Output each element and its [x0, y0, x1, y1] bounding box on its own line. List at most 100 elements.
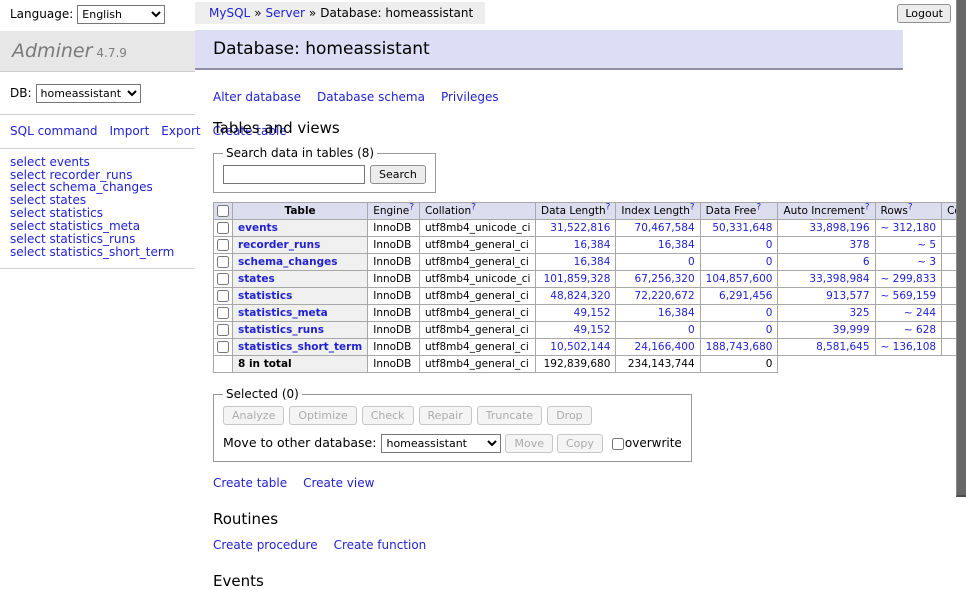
index-length-link[interactable]: 16,384	[658, 239, 695, 251]
help-icon[interactable]: ?	[908, 203, 913, 213]
rows-count-link[interactable]: ~ 136,108	[881, 341, 937, 353]
index-length-link[interactable]: 0	[688, 256, 695, 268]
table-name-link[interactable]: statistics_runs	[238, 324, 324, 336]
adminer-logo-link[interactable]: Adminer	[12, 40, 92, 62]
copy-button[interactable]: Copy	[557, 434, 603, 453]
auto-increment-link[interactable]: 6	[863, 256, 870, 268]
engine-cell: InnoDB	[368, 288, 420, 305]
table-name-link[interactable]: statistics_meta	[238, 307, 328, 319]
overwrite-checkbox[interactable]	[612, 438, 624, 450]
row-checkbox[interactable]	[217, 273, 229, 285]
table-name-link[interactable]: recorder_runs	[238, 239, 320, 251]
index-length-link[interactable]: 0	[688, 324, 695, 336]
create-function-link[interactable]: Create function	[334, 538, 427, 552]
search-button[interactable]: Search	[370, 165, 426, 184]
data-length-link[interactable]: 31,522,816	[550, 222, 610, 234]
help-icon[interactable]: ?	[756, 203, 761, 213]
auto-increment-link[interactable]: 8,581,645	[816, 341, 869, 353]
auto-increment-link[interactable]: 33,898,196	[809, 222, 869, 234]
rows-count-link[interactable]: ~ 299,833	[881, 273, 937, 285]
database-schema-link[interactable]: Database schema	[317, 90, 425, 104]
table-name-link[interactable]: schema_changes	[238, 256, 338, 268]
auto-increment-link[interactable]: 39,999	[833, 324, 870, 336]
select-all-checkbox[interactable]	[217, 205, 229, 217]
db-select[interactable]: homeassistant	[36, 84, 141, 103]
truncate-button[interactable]: Truncate	[477, 406, 542, 425]
vertical-scrollbar[interactable]	[956, 0, 966, 497]
index-length-link[interactable]: 67,256,320	[635, 273, 695, 285]
search-input[interactable]	[223, 165, 365, 184]
data-length-link[interactable]: 16,384	[574, 239, 611, 251]
data-free-link[interactable]: 0	[766, 239, 773, 251]
row-checkbox[interactable]	[217, 290, 229, 302]
sidebar: Language:English Adminer4.7.9 DB:homeass…	[0, 0, 195, 269]
import-link[interactable]: Import	[109, 124, 149, 138]
sidebar-item-select-statistics-runs[interactable]: select statistics_runs	[10, 233, 195, 246]
row-checkbox[interactable]	[217, 222, 229, 234]
help-icon[interactable]: ?	[690, 203, 695, 213]
index-length-link[interactable]: 72,220,672	[635, 290, 695, 302]
data-length-link[interactable]: 49,152	[574, 307, 611, 319]
sidebar-actions: SQL commandImportExportCreate table	[0, 115, 195, 149]
data-free-link[interactable]: 50,331,648	[712, 222, 772, 234]
sql-command-link[interactable]: SQL command	[10, 124, 97, 138]
privileges-link[interactable]: Privileges	[441, 90, 499, 104]
data-free-link[interactable]: 6,291,456	[719, 290, 772, 302]
index-length-link[interactable]: 70,467,584	[635, 222, 695, 234]
create-view-link[interactable]: Create view	[303, 476, 374, 490]
row-checkbox[interactable]	[217, 239, 229, 251]
analyze-button[interactable]: Analyze	[223, 406, 284, 425]
table-name-link[interactable]: statistics	[238, 290, 292, 302]
create-procedure-link[interactable]: Create procedure	[213, 538, 318, 552]
auto-increment-link[interactable]: 33,398,984	[809, 273, 869, 285]
column-header-engine: Engine?	[368, 203, 420, 220]
data-length-link[interactable]: 48,824,320	[550, 290, 610, 302]
table-name-link[interactable]: states	[238, 273, 275, 285]
auto-increment-link[interactable]: 378	[849, 239, 869, 251]
drop-button[interactable]: Drop	[547, 406, 591, 425]
logout-button[interactable]: Logout	[897, 4, 951, 23]
rows-count-link[interactable]: ~ 312,180	[881, 222, 937, 234]
data-free-link[interactable]: 0	[766, 307, 773, 319]
auto-increment-link[interactable]: 913,577	[826, 290, 869, 302]
data-free-link[interactable]: 104,857,600	[706, 273, 773, 285]
move-button[interactable]: Move	[505, 434, 553, 453]
index-length-link[interactable]: 24,166,400	[635, 341, 695, 353]
help-icon[interactable]: ?	[409, 203, 414, 213]
optimize-button[interactable]: Optimize	[289, 406, 356, 425]
sidebar-item-select-events[interactable]: select events	[10, 156, 195, 169]
data-free-link[interactable]: 188,743,680	[706, 341, 773, 353]
rows-count-link[interactable]: ~ 244	[904, 307, 936, 319]
rows-count-link[interactable]: ~ 628	[904, 324, 936, 336]
table-name-link[interactable]: events	[238, 222, 278, 234]
create-table-link[interactable]: Create table	[213, 476, 287, 490]
check-button[interactable]: Check	[362, 406, 414, 425]
data-length-link[interactable]: 10,502,144	[550, 341, 610, 353]
breadcrumb-mysql-link[interactable]: MySQL	[209, 6, 250, 20]
rows-count-link[interactable]: ~ 3	[917, 256, 936, 268]
row-checkbox[interactable]	[217, 341, 229, 353]
data-length-link[interactable]: 49,152	[574, 324, 611, 336]
table-name-link[interactable]: statistics_short_term	[238, 341, 362, 353]
help-icon[interactable]: ?	[865, 203, 870, 213]
auto-increment-link[interactable]: 325	[849, 307, 869, 319]
rows-count-link[interactable]: ~ 569,159	[881, 290, 937, 302]
help-icon[interactable]: ?	[606, 203, 611, 213]
move-db-select[interactable]: homeassistant	[381, 434, 501, 453]
data-free-link[interactable]: 0	[766, 256, 773, 268]
row-checkbox[interactable]	[217, 256, 229, 268]
sidebar-item-select-statistics-short-term[interactable]: select statistics_short_term	[10, 246, 195, 259]
help-icon[interactable]: ?	[471, 203, 476, 213]
data-length-link[interactable]: 101,859,328	[544, 273, 611, 285]
alter-database-link[interactable]: Alter database	[213, 90, 301, 104]
breadcrumb-server-link[interactable]: Server	[266, 6, 305, 20]
language-select[interactable]: English	[77, 5, 165, 24]
index-length-link[interactable]: 16,384	[658, 307, 695, 319]
rows-count-link[interactable]: ~ 5	[917, 239, 936, 251]
row-checkbox[interactable]	[217, 324, 229, 336]
selected-fieldset: Selected (0) AnalyzeOptimizeCheckRepairT…	[213, 387, 692, 462]
repair-button[interactable]: Repair	[419, 406, 472, 425]
data-free-link[interactable]: 0	[766, 324, 773, 336]
data-length-link[interactable]: 16,384	[574, 256, 611, 268]
row-checkbox[interactable]	[217, 307, 229, 319]
